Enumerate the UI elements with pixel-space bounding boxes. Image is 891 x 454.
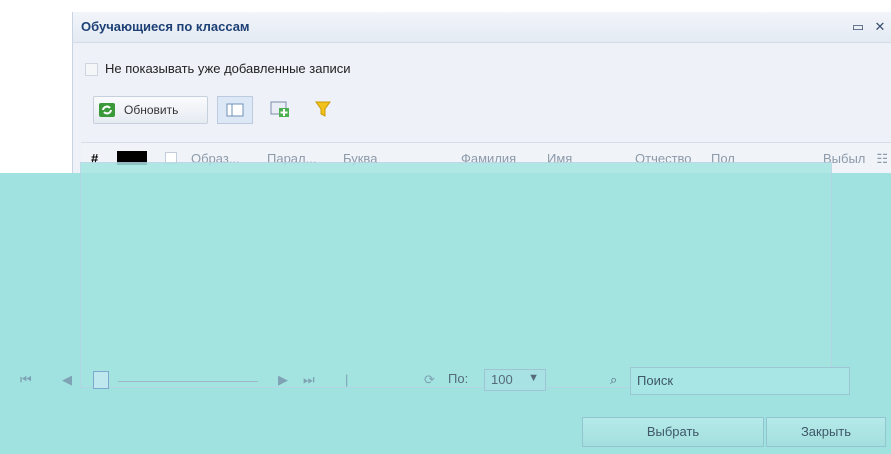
filter-icon[interactable]	[313, 100, 333, 118]
separator-icon: |	[345, 372, 349, 387]
refresh-button[interactable]: Обновить	[93, 96, 208, 124]
chevron-down-icon: ▼	[528, 372, 539, 384]
grid-body	[80, 162, 832, 388]
close-button[interactable]: Закрыть	[766, 417, 886, 447]
page-slider[interactable]	[118, 381, 258, 382]
first-page-icon[interactable]: ⏮	[20, 372, 32, 388]
filter-row: Не показывать уже добавленные записи	[73, 56, 891, 82]
prev-page-icon[interactable]: ◀	[62, 372, 72, 388]
toolbar: Обновить	[81, 92, 891, 126]
select-button[interactable]: Выбрать	[582, 417, 764, 447]
grid-view-icon	[226, 103, 244, 117]
search-icon: ⌕	[610, 372, 618, 387]
add-record-icon[interactable]	[270, 100, 290, 118]
per-page-select[interactable]: 100 ▼	[484, 369, 546, 391]
reload-icon[interactable]: ⟳	[424, 372, 435, 388]
hide-added-checkbox[interactable]	[85, 63, 98, 76]
maximize-icon[interactable]: ▭	[851, 20, 865, 34]
hide-added-label: Не показывать уже добавленные записи	[105, 61, 351, 76]
per-page-value: 100	[491, 372, 513, 387]
next-page-icon[interactable]: ▶	[278, 372, 288, 388]
view-toggle-button[interactable]	[217, 96, 253, 124]
per-page-label: По:	[448, 371, 469, 386]
window-title: Обучающиеся по классам	[81, 19, 250, 34]
close-icon[interactable]: ✕	[873, 20, 887, 34]
page-input[interactable]	[93, 371, 109, 389]
search-label: Поиск	[637, 373, 674, 388]
title-bar: Обучающиеся по классам ▭ ✕	[73, 12, 891, 43]
search-input[interactable]: Поиск	[630, 367, 850, 395]
refresh-icon	[99, 103, 115, 117]
refresh-label: Обновить	[124, 103, 179, 117]
column-menu-icon[interactable]: ☷	[876, 151, 888, 167]
pager: ⏮ ◀ ▶ ⏭ | ⟳ По: 100 ▼ ⌕ Поиск	[20, 363, 891, 397]
last-page-icon[interactable]: ⏭	[303, 372, 315, 388]
